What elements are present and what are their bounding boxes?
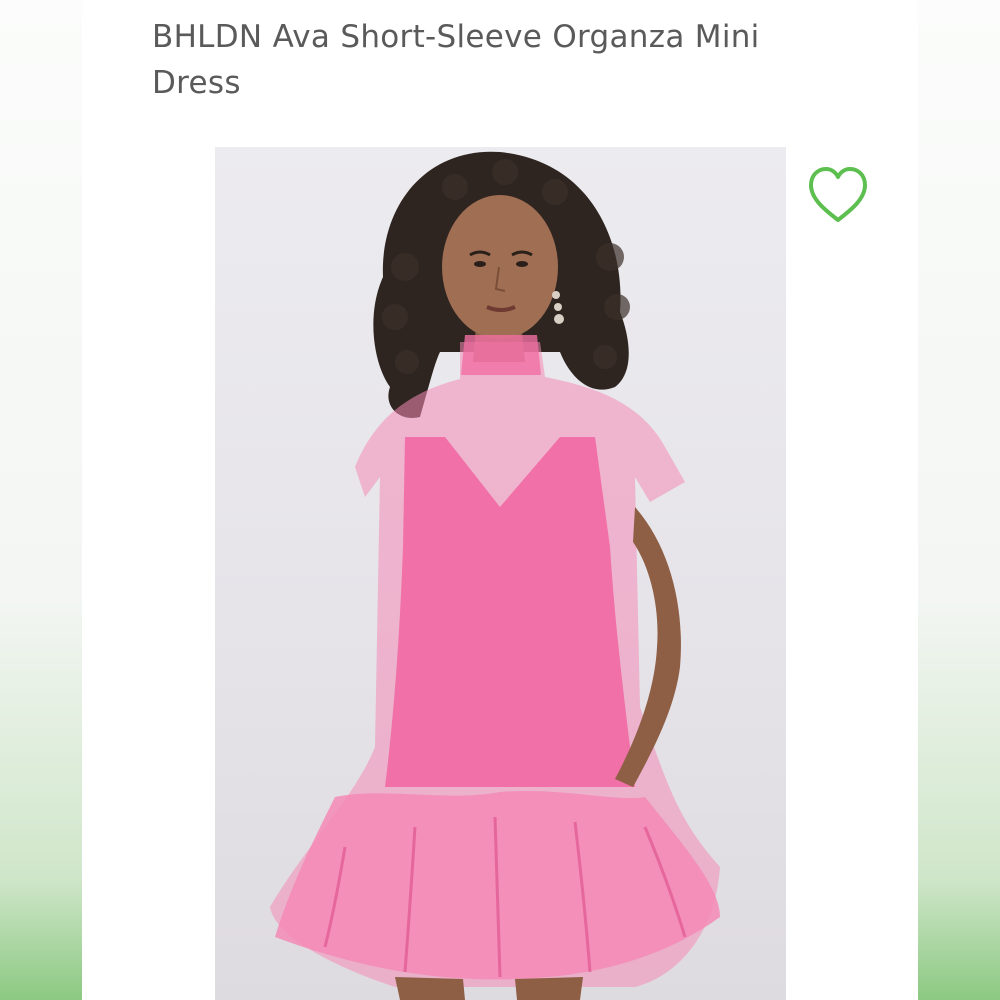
- collar-shape: [461, 335, 541, 375]
- heart-outline-icon: [809, 167, 867, 222]
- left-margin-background: [0, 0, 82, 1000]
- product-title: BHLDN Ava Short-Sleeve Organza Mini Dres…: [152, 19, 760, 101]
- screenshot-frame: BHLDN Ava Short-Sleeve Organza Mini Dres…: [0, 0, 1000, 1000]
- face-shape: [442, 195, 558, 339]
- product-image[interactable]: [215, 147, 786, 1000]
- product-page: BHLDN Ava Short-Sleeve Organza Mini Dres…: [82, 0, 918, 1000]
- right-margin-background: [918, 0, 1000, 1000]
- product-photo-illustration: [270, 151, 720, 1000]
- favorite-button[interactable]: [805, 164, 871, 226]
